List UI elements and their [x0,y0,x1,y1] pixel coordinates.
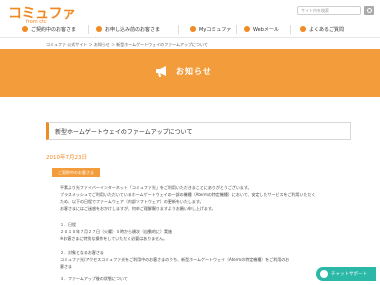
nav-item-label: ご契約中のお客さま [31,26,77,33]
user-icon [190,26,196,32]
body-line: ブラスメッシュでご利用いただいているホームゲートウェイの一部の機種（Atermの… [60,192,316,197]
nav-item-current-customers[interactable]: ご契約中のお客さま [22,22,76,36]
nav-dot-icon [22,26,28,32]
nav-divider [0,37,380,38]
nav-dot-icon [96,26,102,32]
search-icon[interactable] [364,6,374,15]
body-line: ２．対象となるお客さま [60,250,104,255]
nav-item-prospective-customers[interactable]: お申し込み前のお客さま [96,22,160,36]
breadcrumb[interactable]: コミュファ 公式サイト ＞ お知らせ ＞ 新型ホームゲートウェイのファームアップ… [46,42,208,48]
nav-item-webmail[interactable]: Webメール [244,22,279,36]
page-title: お知らせ [176,67,212,76]
body-line: お客さまにはご迷惑をおかけしますが、何卒ご理解賜りますようお願い申し上げます。 [60,206,216,211]
nav-item-label: よくあるご質問 [309,26,345,33]
article-title: 新型ホームゲートウェイのファームアップについて [55,129,193,136]
body-line: ※お客さまに特別な操作をしていただく必要はありません。 [60,236,168,241]
article-date: 2010年7月23日 [46,155,87,161]
chat-support-button[interactable]: チャットサポート [316,267,376,281]
body-line: １．日程 [60,222,76,227]
nav-item-label: お申し込み前のお客さま [105,26,161,33]
body-line: ため、以下の日程でファームウェア（内部ソフトウェア）の更新をいたします。 [60,199,204,204]
question-icon [300,26,306,32]
body-line: 客さま [60,264,72,269]
category-tag: ご契約中のお客さま [52,168,100,177]
main-nav: ご契約中のお客さま お申し込み前のお客さま Myコミュファ Webメール よくあ… [0,22,380,36]
nav-item-my-commufa[interactable]: Myコミュファ [190,22,231,36]
body-line: コミュファ光/アクセスコミュファ光をご利用中のお客さまのうち、新型ホームゲートウ… [60,257,290,262]
body-line: ２０１０年７月２７日（火曜）０時から順次（自動的に）実施 [60,229,172,234]
chat-support-label: チャットサポート [331,272,367,277]
article-title-box: 新型ホームゲートウェイのファームアップについて [46,122,351,140]
chat-icon [320,270,328,278]
megaphone-icon [156,66,166,77]
nav-item-label: Myコミュファ [199,26,232,33]
search-input[interactable]: サイト内を検索 [297,6,361,15]
nav-item-faq[interactable]: よくあるご質問 [300,22,344,36]
mail-icon [244,26,250,32]
body-line: 平素より光ファイバーインターネット「コミュファ光」をご利用いただきまことにありが… [60,185,252,190]
body-line: ３．ファームアップ後の状態について [60,276,128,281]
nav-item-label: Webメール [253,26,279,33]
